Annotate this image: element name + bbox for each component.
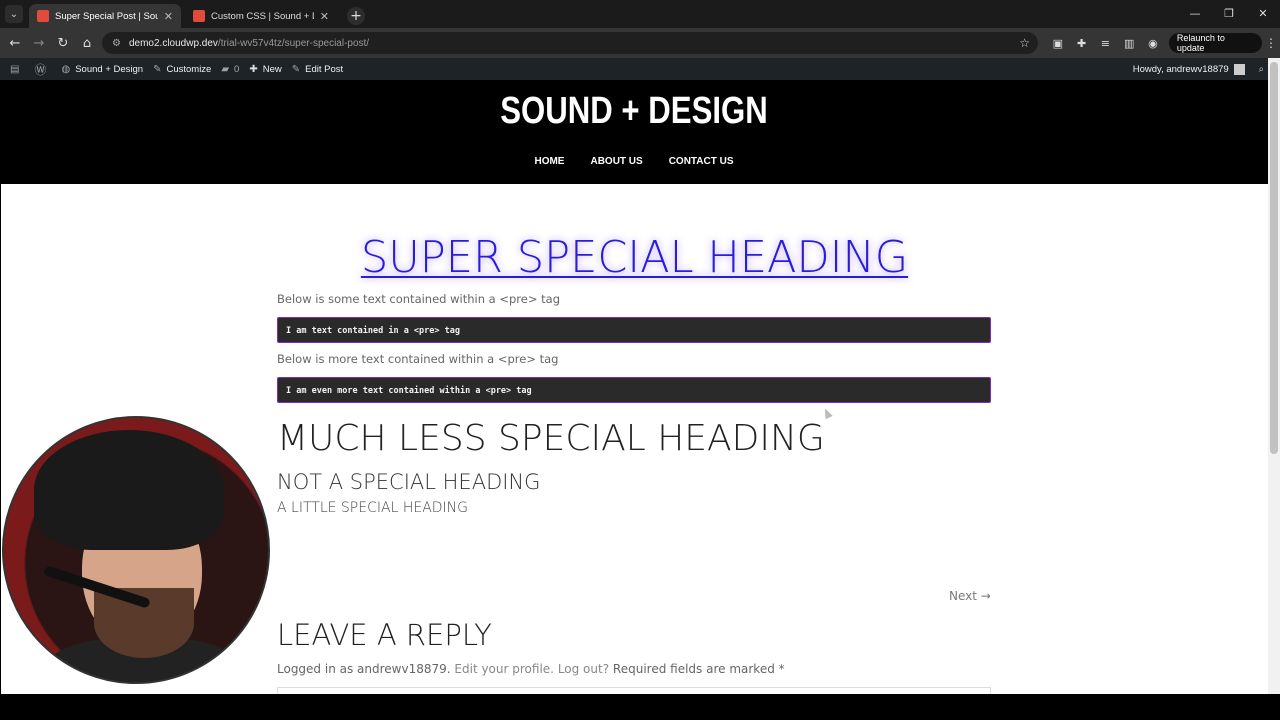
plus-icon: ✚ xyxy=(249,63,258,75)
admin-comments-link[interactable]: ▰ 0 xyxy=(221,64,239,75)
heading-not-special: NOT A SPECIAL HEADING xyxy=(277,470,541,494)
menu-kebab-icon[interactable]: ⋮ xyxy=(1262,36,1280,50)
reload-icon[interactable]: ↻ xyxy=(51,36,75,51)
url-host: demo2.cloudwp.dev xyxy=(128,37,218,49)
nav-about-us[interactable]: ABOUT US xyxy=(590,156,642,167)
window-controls: — ❐ ✕ xyxy=(1178,0,1280,28)
admin-edit-post-link[interactable]: ✎ Edit Post xyxy=(292,64,343,75)
nav-contact-us[interactable]: CONTACT US xyxy=(669,156,734,167)
admin-edit-post-label: Edit Post xyxy=(305,63,344,75)
site-title[interactable]: SOUND + DESIGN xyxy=(114,90,1154,133)
super-special-heading[interactable]: SUPER SPECIAL HEADING xyxy=(14,232,1256,283)
logged-in-as: Logged in as andrewv18879. xyxy=(277,662,451,676)
leave-reply-title: LEAVE A REPLY xyxy=(277,618,492,652)
admin-customize-label: Customize xyxy=(166,63,212,75)
media-icon[interactable]: ≡ xyxy=(1094,37,1118,50)
wp-admin-bar: ▤ Ⓦ ◍ Sound + Design ✎ Customize ▰ 0 ✚ New ✎… xyxy=(0,58,1268,80)
scrollbar-thumb[interactable] xyxy=(1270,62,1278,454)
puzzle-icon[interactable]: ✚ xyxy=(1070,37,1094,50)
admin-new-label: New xyxy=(262,63,282,75)
tab-title: Custom CSS | Sound + Design xyxy=(211,10,314,22)
admin-site-name: Sound + Design xyxy=(75,63,144,75)
pre-block-1: I am text contained in a <pre> tag xyxy=(277,317,991,343)
howdy-label: Howdy, andrewv18879 xyxy=(1132,63,1229,75)
profile-icon[interactable]: ◉ xyxy=(1141,37,1165,50)
site-info-icon[interactable]: ⚙ xyxy=(112,38,121,49)
search-icon[interactable]: ⌕ xyxy=(1259,64,1264,75)
webcam-overlay xyxy=(2,416,270,684)
pre-block-2: I am even more text contained within a <… xyxy=(277,377,991,403)
browser-toolbar: ← → ↻ ⌂ ⚙ demo2.cloudwp.dev/trial-wv57v4… xyxy=(0,28,1280,58)
extensions-area: ▣ ✚ ≡ ▥ ◉ Relaunch to update ⋮ xyxy=(1046,32,1280,54)
bottom-bar xyxy=(0,694,1280,720)
tab-search-button[interactable]: ⌄ xyxy=(5,5,23,23)
admin-account[interactable]: Howdy, andrewv18879 ⌕ xyxy=(1132,63,1264,75)
url-path: /trial-wv57v4tz/super-special-post/ xyxy=(217,37,370,49)
required-fields-note: Required fields are marked * xyxy=(612,662,785,676)
brush-icon: ✎ xyxy=(153,63,162,75)
comments-count: 0 xyxy=(234,63,240,75)
close-tab-icon[interactable]: ✕ xyxy=(320,10,329,23)
relaunch-button[interactable]: Relaunch to update xyxy=(1168,33,1263,53)
paragraph-1: Below is some text contained within a <p… xyxy=(277,292,561,306)
new-tab-button[interactable]: + xyxy=(347,7,365,25)
back-arrow-icon[interactable]: ← xyxy=(3,36,27,51)
chevron-down-icon: ⌄ xyxy=(9,8,19,20)
edit-profile-link[interactable]: Edit your profile. xyxy=(454,662,554,676)
admin-site-link[interactable]: ◍ Sound + Design xyxy=(61,64,143,75)
logged-in-line: Logged in as andrewv18879. Edit your pro… xyxy=(277,662,785,676)
comment-icon: ▰ xyxy=(221,63,230,75)
home-icon[interactable]: ⌂ xyxy=(75,36,99,51)
paragraph-2: Below is more text contained within a <p… xyxy=(277,352,559,366)
avatar xyxy=(1233,63,1245,75)
address-bar[interactable]: ⚙ demo2.cloudwp.dev/trial-wv57v4tz/super… xyxy=(102,32,1038,54)
tab-title: Super Special Post | Sound + Design xyxy=(55,10,158,22)
close-window-icon[interactable]: ✕ xyxy=(1246,0,1280,28)
site-header: SOUND + DESIGN HOME ABOUT US CONTACT US xyxy=(0,80,1268,184)
admin-customize-link[interactable]: ✎ Customize xyxy=(153,64,211,75)
browser-tab-strip: ⌄ Super Special Post | Sound + Design ✕ … xyxy=(0,0,1280,28)
wordpress-logo[interactable]: Ⓦ xyxy=(34,61,51,78)
admin-menu-toggle[interactable]: ▤ xyxy=(10,64,24,75)
wordpress-icon: Ⓦ xyxy=(34,62,47,77)
sidebar-icon: ▤ xyxy=(10,63,20,75)
admin-new-link[interactable]: ✚ New xyxy=(249,64,281,75)
bookmark-star-icon[interactable]: ☆ xyxy=(1019,36,1030,50)
page-scrollbar[interactable] xyxy=(1268,58,1280,694)
pencil-icon: ✎ xyxy=(291,63,301,75)
dashboard-icon: ◍ xyxy=(61,63,71,75)
extension-icon[interactable]: ▣ xyxy=(1046,37,1070,50)
heading-little-special: A LITTLE SPECIAL HEADING xyxy=(277,500,468,516)
nav-home[interactable]: HOME xyxy=(534,156,564,167)
minimize-icon[interactable]: — xyxy=(1178,0,1212,28)
forward-arrow-icon[interactable]: → xyxy=(27,36,51,51)
browser-tab-1[interactable]: Super Special Post | Sound + Design ✕ xyxy=(29,4,181,28)
close-tab-icon[interactable]: ✕ xyxy=(164,10,173,23)
logout-link[interactable]: Log out? xyxy=(558,662,609,676)
site-favicon-icon xyxy=(193,10,205,22)
restore-icon[interactable]: ❐ xyxy=(1212,0,1246,28)
presenter-beanie xyxy=(34,430,224,550)
main-navigation: HOME ABOUT US CONTACT US xyxy=(0,156,1268,167)
browser-tab-2[interactable]: Custom CSS | Sound + Design ✕ xyxy=(185,4,337,28)
site-favicon-icon xyxy=(37,10,49,22)
side-panel-icon[interactable]: ▥ xyxy=(1117,37,1141,50)
next-post-link[interactable]: Next → xyxy=(949,589,991,603)
heading-much-less-special: MUCH LESS SPECIAL HEADING xyxy=(277,418,825,459)
